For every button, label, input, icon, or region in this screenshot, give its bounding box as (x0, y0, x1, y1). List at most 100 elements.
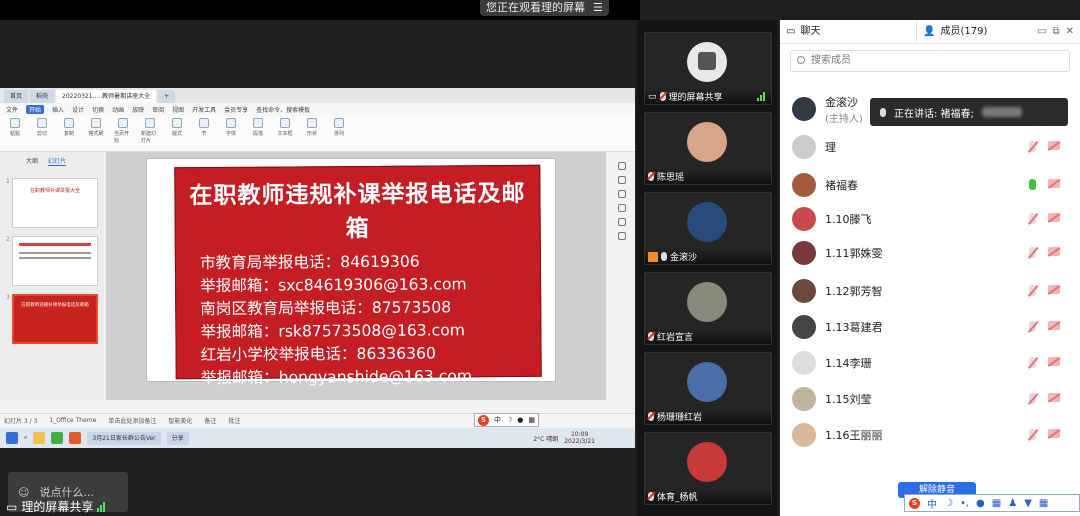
ribbon-cut[interactable]: 剪切 (33, 118, 51, 149)
ime-toolbar[interactable]: S 中 ☽ ● ▦ (474, 413, 540, 427)
video-tile[interactable]: ▭ 理的屏幕共享 (644, 32, 772, 105)
tool-icon[interactable] (618, 218, 626, 226)
close-icon[interactable]: ✕ (1066, 20, 1074, 44)
menu-view[interactable]: 视图 (172, 105, 184, 114)
tool-icon[interactable] (618, 232, 626, 240)
notes-hint[interactable]: 单击此处添加备注 (108, 416, 156, 425)
menu-search[interactable]: 查找命令、搜索模板 (256, 105, 310, 114)
tab-docer[interactable]: 稻壳 (30, 90, 55, 103)
tool-icon[interactable] (618, 190, 626, 198)
video-tile[interactable]: 陈思瑶 (644, 112, 772, 185)
taskbar-app[interactable]: 3月21日家长群公告Ver (87, 431, 161, 445)
tab-chat[interactable]: ▭ 聊天 (780, 20, 917, 44)
camera-off-icon[interactable] (1048, 393, 1060, 402)
ribbon-section[interactable]: 节 (195, 118, 213, 149)
tab-members[interactable]: 👤 成员(179) ▭ ⧉ ✕ (917, 20, 1080, 44)
video-tile[interactable]: 金滚沙 (644, 192, 772, 265)
member-row[interactable]: 理 (792, 132, 1072, 162)
member-row[interactable]: 1.11郭姝雯 (792, 238, 1072, 268)
folder-icon[interactable] (33, 432, 46, 444)
comments-button[interactable]: 批注 (228, 416, 240, 425)
menu-design[interactable]: 设计 (72, 105, 84, 114)
member-row[interactable]: 褚福春 (792, 170, 1072, 200)
popout-icon[interactable]: ⧉ (1052, 20, 1059, 44)
camera-off-icon[interactable] (1048, 141, 1060, 150)
menu-file[interactable]: 文件 (6, 105, 18, 114)
menu-icon[interactable]: ☰ (593, 0, 603, 16)
ime-toolbar-2[interactable]: S 中 ☽ •, ● ▦ ♟ ▼ ▦ (904, 494, 1080, 512)
member-row[interactable]: 1.10滕飞 (792, 204, 1072, 234)
slide-thumbnail-3[interactable]: 在职教师违规补课举报电话及邮箱 (12, 294, 98, 344)
start-icon[interactable] (6, 432, 18, 444)
ribbon-paragraph[interactable]: 段落 (249, 118, 267, 149)
menu-slideshow[interactable]: 放映 (132, 105, 144, 114)
slide[interactable]: 在职教师违规补课举报电话及邮箱 市教育局举报电话：84619306 举报邮箱：s… (146, 158, 556, 387)
ribbon-copy[interactable]: 复制 (60, 118, 78, 149)
camera-off-icon[interactable] (1048, 357, 1060, 366)
mic-muted-icon[interactable] (1029, 393, 1036, 404)
ribbon-play[interactable]: 当页开始 (114, 118, 132, 149)
menu-animation[interactable]: 动画 (112, 105, 124, 114)
ribbon-font[interactable]: 字体 (222, 118, 240, 149)
tab-document[interactable]: 20220321.....教师暑期讲座大全 (56, 90, 157, 103)
tool-icon[interactable] (618, 176, 626, 184)
video-tile[interactable]: 红岩宣言 (644, 272, 772, 345)
video-tile[interactable]: 杨珊珊红岩 (644, 352, 772, 425)
minimize-icon[interactable]: ▭ (1037, 20, 1046, 44)
member-row[interactable]: 1.13葛建君 (792, 312, 1072, 342)
mic-muted-icon[interactable] (1029, 357, 1036, 368)
tab-home[interactable]: 首页 (4, 90, 29, 103)
member-row[interactable]: 1.12郭芳智 (792, 276, 1072, 306)
member-row[interactable]: 1.15刘莹 (792, 384, 1072, 414)
member-search-input[interactable]: 搜索成员 (790, 50, 1070, 72)
slide-thumbnail-1[interactable]: 在职教师补课举报大全 (12, 178, 98, 228)
menu-member[interactable]: 会员专享 (224, 105, 248, 114)
mic-muted-icon[interactable] (1029, 429, 1036, 440)
camera-off-icon[interactable] (1048, 247, 1060, 256)
keyboard-icon: ▦ (991, 497, 1002, 509)
tool-icon[interactable] (618, 162, 626, 170)
new-tab-button[interactable]: + (158, 90, 176, 103)
mic-muted-icon[interactable] (1029, 247, 1036, 258)
menu-transition[interactable]: 切换 (92, 105, 104, 114)
mic-icon[interactable] (1029, 179, 1036, 190)
avatar (687, 122, 727, 162)
menu-review[interactable]: 审阅 (152, 105, 164, 114)
camera-off-icon[interactable] (1048, 213, 1060, 222)
ribbon-layout[interactable]: 版式 (168, 118, 186, 149)
member-row[interactable]: 1.14李珊 (792, 348, 1072, 378)
camera-off-icon[interactable] (1048, 285, 1060, 294)
ribbon-format-painter[interactable]: 格式刷 (87, 118, 105, 149)
taskbar-app[interactable]: 分享 (166, 431, 189, 445)
ribbon-new-slide[interactable]: 新建幻灯片 (141, 118, 159, 149)
notes-button[interactable]: 备注 (204, 416, 216, 425)
play-icon (118, 118, 128, 128)
video-tile[interactable]: 体育_杨帆 (644, 432, 772, 505)
wechat-icon[interactable] (51, 432, 64, 444)
mic-muted-icon[interactable] (1029, 321, 1036, 332)
ribbon-paste[interactable]: 粘贴 (6, 118, 24, 149)
member-controls (1029, 213, 1060, 224)
smart-beautify[interactable]: 智能美化 (168, 416, 192, 425)
wps-icon[interactable] (69, 432, 82, 444)
menu-insert[interactable]: 插入 (52, 105, 64, 114)
tab-slides[interactable]: 幻灯片 (48, 156, 67, 166)
tab-outline[interactable]: 大纲 (26, 156, 38, 166)
menu-home[interactable]: 开始 (26, 105, 45, 114)
menu-devtools[interactable]: 开发工具 (192, 105, 216, 114)
search-icon[interactable]: ⌕ (24, 434, 27, 442)
ribbon-textbox[interactable]: 文本框 (276, 118, 294, 149)
camera-off-icon[interactable] (1048, 321, 1060, 330)
mic-muted-icon[interactable] (1029, 213, 1036, 224)
member-row[interactable]: 1.16王丽丽 (792, 420, 1072, 450)
camera-off-icon[interactable] (1048, 179, 1060, 188)
mic-muted-icon[interactable] (1029, 285, 1036, 296)
ribbon-shape[interactable]: 形状 (303, 118, 321, 149)
tool-icon[interactable] (618, 204, 626, 212)
screen-share-icon: ▭ (6, 499, 18, 514)
emoji-icon[interactable]: ☺ (18, 486, 29, 499)
mic-muted-icon[interactable] (1029, 141, 1036, 152)
slide-thumbnail-2[interactable] (12, 236, 98, 286)
camera-off-icon[interactable] (1048, 429, 1060, 438)
ribbon-arrange[interactable]: 排列 (330, 118, 348, 149)
